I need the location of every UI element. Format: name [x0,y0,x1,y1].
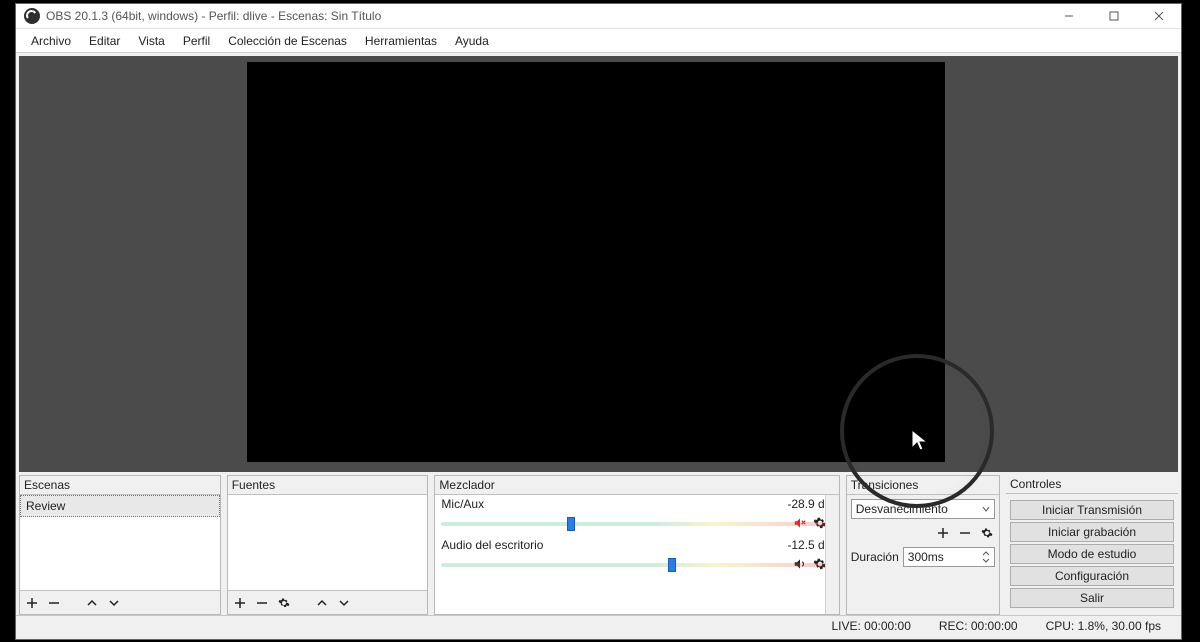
panel-controls: Controles Iniciar Transmisión Iniciar gr… [1006,475,1178,615]
mixer-channel-name: Mic/Aux [441,497,484,511]
remove-source-button[interactable] [254,595,270,611]
remove-transition-button[interactable] [957,525,973,541]
add-source-button[interactable] [232,595,248,611]
minimize-button[interactable] [1046,4,1091,29]
panel-mixer: Mezclador Mic/Aux -28.9 dB [434,475,839,615]
add-transition-button[interactable] [935,525,951,541]
controls-header: Controles [1006,475,1178,494]
status-cpu: CPU: 1.8%, 30.00 fps [1046,619,1161,633]
transitions-header: Transiciones [847,476,999,495]
menu-archivo[interactable]: Archivo [22,31,80,51]
volume-slider-desktop[interactable] [441,555,832,575]
scene-item[interactable]: Review [20,495,220,517]
menu-coleccion-escenas[interactable]: Colección de Escenas [219,31,356,51]
panel-transitions: Transiciones Desvanecimiento Duración 30… [846,475,1000,615]
duration-label: Duración [851,550,899,564]
mixer-header: Mezclador [435,476,838,495]
sources-list[interactable] [228,495,428,590]
transition-selected: Desvanecimiento [856,502,948,516]
exit-button[interactable]: Salir [1010,588,1174,608]
menu-editar[interactable]: Editar [80,31,129,51]
scene-down-button[interactable] [106,595,122,611]
app-window: OBS 20.1.3 (64bit, windows) - Perfil: dl… [15,3,1182,640]
close-button[interactable] [1136,4,1181,29]
scenes-toolbar [20,590,220,614]
duration-value: 300ms [908,550,944,564]
menu-vista[interactable]: Vista [129,31,173,51]
volume-slider-mic[interactable] [441,514,832,534]
start-stream-button[interactable]: Iniciar Transmisión [1010,500,1174,520]
spinner-arrows-icon [982,550,990,564]
window-title: OBS 20.1.3 (64bit, windows) - Perfil: dl… [46,9,1046,23]
studio-mode-button[interactable]: Modo de estudio [1010,544,1174,564]
panel-sources: Fuentes [227,475,429,615]
duration-input[interactable]: 300ms [903,547,995,567]
preview-canvas[interactable] [247,62,945,462]
scene-up-button[interactable] [84,595,100,611]
chevron-down-icon [982,505,990,513]
panel-scenes: Escenas Review [19,475,221,615]
menubar: Archivo Editar Vista Perfil Colección de… [16,29,1181,53]
mixer-channel-desktop: Audio del escritorio -12.5 dB [435,536,838,571]
remove-scene-button[interactable] [46,595,62,611]
transitions-body: Desvanecimiento Duración 300ms [847,495,999,614]
source-settings-button[interactable] [276,595,292,611]
preview-area[interactable] [19,56,1178,472]
menu-ayuda[interactable]: Ayuda [446,31,498,51]
source-up-button[interactable] [314,595,330,611]
titlebar: OBS 20.1.3 (64bit, windows) - Perfil: dl… [16,4,1181,29]
mixer-scrollbar[interactable] [825,495,839,614]
mixer-channel-name: Audio del escritorio [441,538,543,552]
obs-logo-icon [24,8,40,24]
start-record-button[interactable]: Iniciar grabación [1010,522,1174,542]
scenes-header: Escenas [20,476,220,495]
mixer-body: Mic/Aux -28.9 dB Audio del escritorio [435,495,838,614]
source-down-button[interactable] [336,595,352,611]
sources-header: Fuentes [228,476,428,495]
status-rec: REC: 00:00:00 [939,619,1018,633]
scenes-list[interactable]: Review [20,495,220,590]
status-live: LIVE: 00:00:00 [831,619,910,633]
maximize-button[interactable] [1091,4,1136,29]
mixer-channel-mic: Mic/Aux -28.9 dB [435,495,838,530]
add-scene-button[interactable] [24,595,40,611]
settings-button[interactable]: Configuración [1010,566,1174,586]
transition-select[interactable]: Desvanecimiento [851,499,995,519]
controls-body: Iniciar Transmisión Iniciar grabación Mo… [1006,494,1178,615]
statusbar: LIVE: 00:00:00 REC: 00:00:00 CPU: 1.8%, … [16,615,1181,635]
menu-herramientas[interactable]: Herramientas [356,31,446,51]
sources-toolbar [228,590,428,614]
transition-settings-button[interactable] [979,525,995,541]
menu-perfil[interactable]: Perfil [174,31,219,51]
